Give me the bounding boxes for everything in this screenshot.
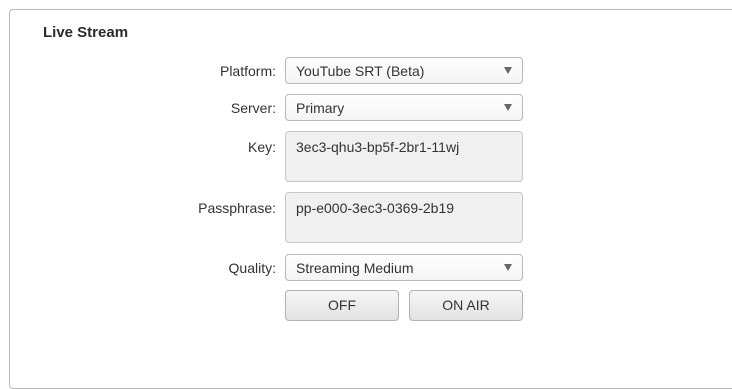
- server-select-value: Primary: [296, 100, 345, 116]
- platform-select[interactable]: YouTube SRT (Beta): [285, 57, 523, 84]
- server-label: Server:: [230, 100, 276, 116]
- platform-select-value: YouTube SRT (Beta): [296, 63, 425, 79]
- quality-label: Quality:: [228, 260, 276, 276]
- key-label: Key:: [247, 139, 276, 155]
- section-title: Live Stream: [43, 24, 129, 41]
- key-field[interactable]: 3ec3-qhu3-bp5f-2br1-11wj: [285, 131, 523, 182]
- off-button[interactable]: OFF: [285, 290, 399, 321]
- passphrase-field[interactable]: pp-e000-3ec3-0369-2b19: [285, 192, 523, 243]
- on-air-button[interactable]: ON AIR: [409, 290, 523, 321]
- quality-select-value: Streaming Medium: [296, 260, 414, 276]
- chevron-down-icon: [504, 104, 512, 111]
- chevron-down-icon: [504, 67, 512, 74]
- server-select[interactable]: Primary: [285, 94, 523, 121]
- chevron-down-icon: [504, 264, 512, 271]
- passphrase-label: Passphrase:: [198, 200, 276, 216]
- platform-label: Platform:: [219, 63, 276, 79]
- quality-select[interactable]: Streaming Medium: [285, 254, 523, 281]
